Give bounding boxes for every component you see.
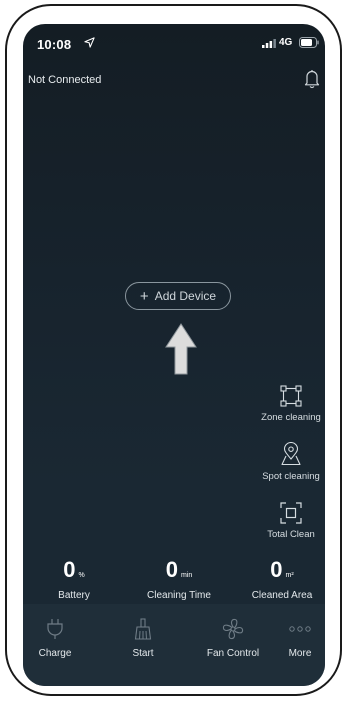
cleaned-area-label: Cleaned Area bbox=[251, 590, 313, 601]
spot-cleaning-button[interactable]: Spot cleaning bbox=[251, 442, 325, 482]
map-pin-icon bbox=[281, 442, 301, 466]
add-device-button[interactable]: + Add Device bbox=[125, 282, 231, 310]
bell-icon[interactable] bbox=[303, 68, 321, 90]
status-time: 10:08 bbox=[37, 37, 72, 52]
nav-fan-control-label: Fan Control bbox=[206, 648, 260, 659]
add-device-label: Add Device bbox=[154, 289, 217, 303]
cleaned-area-stat: 0 m² Cleaned Area bbox=[237, 557, 325, 602]
cleaning-time-label: Cleaning Time bbox=[147, 590, 211, 601]
fan-icon bbox=[222, 618, 244, 640]
nav-fan-control[interactable]: Fan Control bbox=[198, 618, 268, 659]
cleaned-area-value: 0 bbox=[270, 557, 283, 582]
nav-start[interactable]: Start bbox=[108, 618, 178, 659]
battery-label: Battery bbox=[58, 590, 90, 601]
nav-more[interactable]: More bbox=[265, 618, 325, 659]
cleaning-time-value: 0 bbox=[165, 557, 178, 582]
connection-status: Not Connected bbox=[28, 74, 102, 86]
nav-charge[interactable]: Charge bbox=[23, 618, 90, 659]
cleaning-time-stat: 0 min Cleaning Time bbox=[134, 557, 224, 602]
zone-icon bbox=[280, 385, 302, 407]
zone-cleaning-label: Zone cleaning bbox=[261, 412, 321, 423]
bottom-nav: Charge Start Fan Control More bbox=[23, 604, 325, 686]
battery-unit: % bbox=[78, 572, 85, 579]
battery-stat: 0% Battery bbox=[29, 557, 119, 602]
network-type: 4G bbox=[279, 37, 293, 48]
spot-cleaning-label: Spot cleaning bbox=[262, 471, 320, 482]
nav-charge-label: Charge bbox=[38, 648, 72, 659]
nav-more-label: More bbox=[288, 648, 312, 659]
plug-icon bbox=[47, 619, 63, 639]
battery-icon bbox=[299, 37, 319, 48]
total-clean-button[interactable]: Total Clean bbox=[251, 502, 325, 540]
plus-icon: + bbox=[139, 287, 149, 305]
battery-value: 0 bbox=[63, 557, 76, 582]
broom-icon bbox=[134, 618, 152, 640]
signal-icon bbox=[262, 39, 276, 48]
app-screen: 10:08 4G Not Connected + Add Device Zone… bbox=[23, 24, 325, 686]
zone-cleaning-button[interactable]: Zone cleaning bbox=[251, 385, 325, 423]
location-arrow-icon bbox=[84, 37, 95, 48]
cleaning-time-unit: min bbox=[180, 572, 193, 579]
frame-icon bbox=[280, 502, 302, 524]
total-clean-label: Total Clean bbox=[267, 529, 315, 540]
cleaned-area-unit: m² bbox=[285, 572, 294, 579]
status-bar: 10:08 4G bbox=[23, 24, 325, 64]
up-arrow-icon bbox=[165, 323, 197, 375]
more-dots-icon bbox=[289, 626, 311, 632]
nav-start-label: Start bbox=[132, 648, 154, 659]
